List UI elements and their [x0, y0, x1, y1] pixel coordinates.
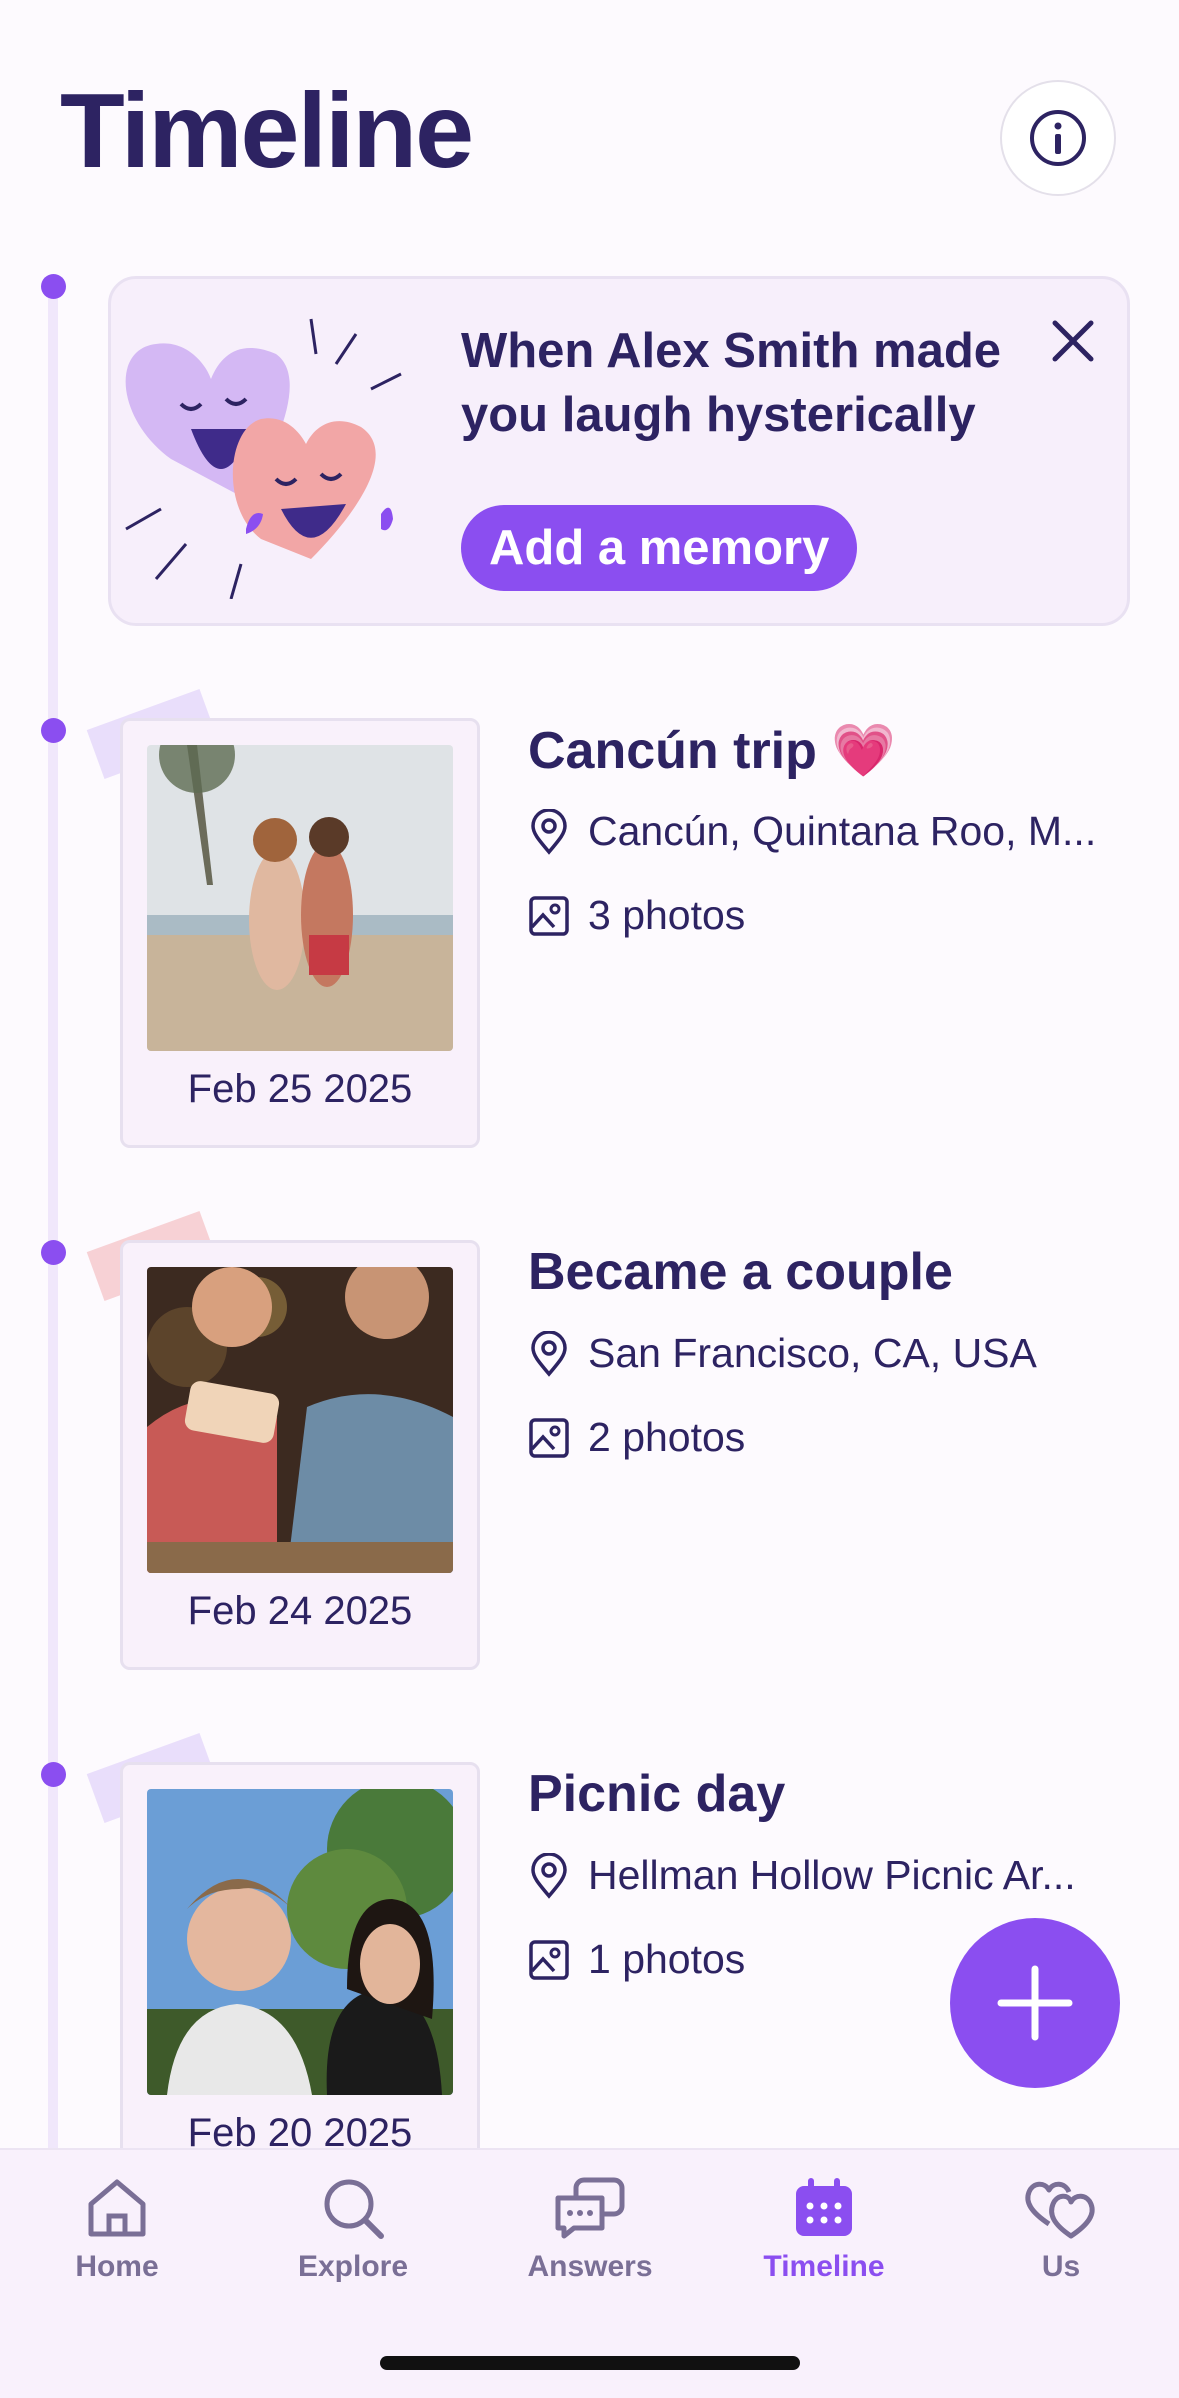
laughing-hearts-illustration — [125, 318, 402, 599]
memory-photos: 3 photos — [528, 892, 745, 939]
memory-date: Feb 24 2025 — [187, 1589, 413, 1633]
add-memory-button[interactable]: Add a memory — [461, 505, 858, 591]
memory-location: San Francisco, CA, USA — [528, 1330, 1037, 1377]
memory-card[interactable]: Feb 24 2025 — [120, 1240, 480, 1670]
memory-photos: 2 photos — [528, 1414, 745, 1461]
page-title: Timeline — [60, 72, 474, 190]
memory-location-text: Hellman Hollow Picnic Ar... — [588, 1852, 1076, 1898]
tab-label: Timeline — [763, 2250, 885, 2283]
memory-location: Cancún, Quintana Roo, M... — [528, 808, 1096, 855]
memory-location-text: San Francisco, CA, USA — [588, 1330, 1037, 1376]
memory-photo — [147, 1267, 453, 1573]
memory-card[interactable]: Feb 25 2025 — [120, 718, 480, 1148]
memory-photos-count: 1 photos — [588, 1936, 746, 1982]
memory-title[interactable]: Became a couple — [528, 1242, 953, 1302]
location-pin-icon — [531, 1852, 567, 1899]
search-icon — [324, 2179, 384, 2239]
memory-card[interactable]: Feb 20 2025 — [120, 1762, 480, 2192]
tab-timeline[interactable]: Timeline — [724, 2176, 924, 2284]
memory-date: Feb 25 2025 — [187, 1067, 413, 1111]
tab-label: Home — [75, 2250, 159, 2283]
hearts-icon — [1025, 2181, 1095, 2239]
memory-photo — [147, 745, 453, 1051]
memory-photos: 1 photos — [528, 1936, 745, 1983]
timeline-dot — [41, 718, 66, 743]
timeline-dot — [41, 1762, 66, 1787]
location-pin-icon — [531, 1330, 567, 1377]
memory-title[interactable]: Cancún trip 💗 — [528, 720, 896, 781]
tab-us[interactable]: Us — [961, 2176, 1161, 2284]
memory-location-text: Cancún, Quintana Roo, M... — [588, 808, 1097, 854]
close-icon[interactable] — [1047, 315, 1099, 367]
tab-label: Us — [1041, 2250, 1081, 2283]
memory-prompt-card: When Alex Smith made you laugh hysterica… — [108, 276, 1130, 626]
memory-photos-count: 3 photos — [588, 892, 746, 938]
image-icon — [529, 1939, 569, 1980]
memory-photos-count: 2 photos — [588, 1414, 746, 1460]
tab-home[interactable]: Home — [17, 2176, 217, 2284]
add-memory-fab[interactable] — [950, 1918, 1120, 2088]
tab-answers[interactable]: Answers — [490, 2176, 690, 2284]
info-icon — [1030, 110, 1086, 166]
info-button[interactable] — [1000, 80, 1116, 196]
timeline-dot — [41, 274, 66, 299]
memory-prompt-text: When Alex Smith made you laugh hysterica… — [461, 324, 1002, 442]
chat-bubbles-icon — [555, 2177, 625, 2239]
tab-label: Answers — [527, 2250, 653, 2283]
timeline-line — [48, 280, 58, 2150]
image-icon — [529, 895, 569, 936]
home-indicator — [380, 2356, 800, 2370]
plus-icon — [997, 1965, 1073, 2041]
tab-explore[interactable]: Explore — [253, 2176, 453, 2284]
calendar-icon — [796, 2178, 852, 2236]
tab-label: Explore — [297, 2250, 409, 2283]
memory-location: Hellman Hollow Picnic Ar... — [528, 1852, 1076, 1899]
home-icon — [88, 2179, 146, 2237]
memory-title[interactable]: Picnic day — [528, 1764, 785, 1824]
location-pin-icon — [531, 808, 567, 855]
memory-photo — [147, 1789, 453, 2095]
image-icon — [529, 1417, 569, 1458]
timeline-dot — [41, 1240, 66, 1265]
